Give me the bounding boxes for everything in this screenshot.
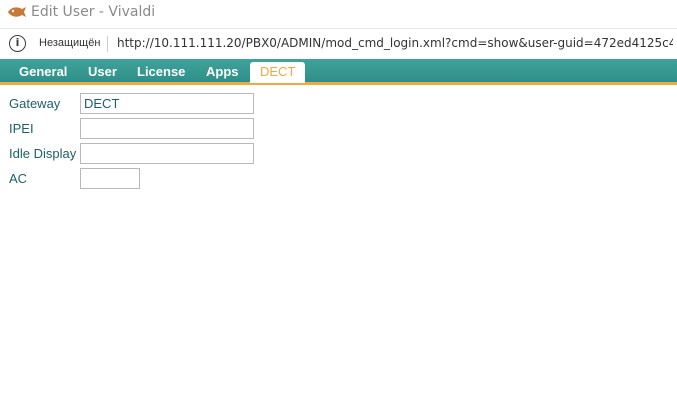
gateway-label: Gateway (9, 96, 61, 111)
idle-display-input[interactable] (80, 143, 254, 164)
info-icon[interactable]: i (9, 35, 26, 52)
window-title: Edit User - Vivaldi (31, 4, 156, 20)
address-separator (107, 36, 108, 52)
window-titlebar: Edit User - Vivaldi (0, 0, 677, 27)
vivaldi-app-icon (8, 7, 26, 17)
security-label[interactable]: Незащищён (39, 37, 100, 49)
gateway-input[interactable] (80, 93, 254, 114)
ipei-label: IPEI (9, 121, 34, 136)
ac-label: AC (9, 171, 28, 186)
ac-input[interactable] (80, 168, 140, 189)
ipei-input[interactable] (80, 118, 254, 139)
tab-apps[interactable]: Apps (206, 64, 239, 79)
tab-bar: General User License Apps DECT (0, 59, 677, 85)
idle-display-label: Idle Display (9, 146, 77, 161)
tab-dect[interactable]: DECT (250, 62, 306, 83)
address-bar: i Незащищён http://10.111.111.20/PBX0/AD… (0, 28, 677, 58)
tab-license[interactable]: License (137, 64, 185, 79)
url-field[interactable]: http://10.111.111.20/PBX0/ADMIN/mod_cmd_… (117, 36, 673, 50)
tab-user[interactable]: User (88, 64, 117, 79)
tab-general[interactable]: General (19, 64, 67, 79)
